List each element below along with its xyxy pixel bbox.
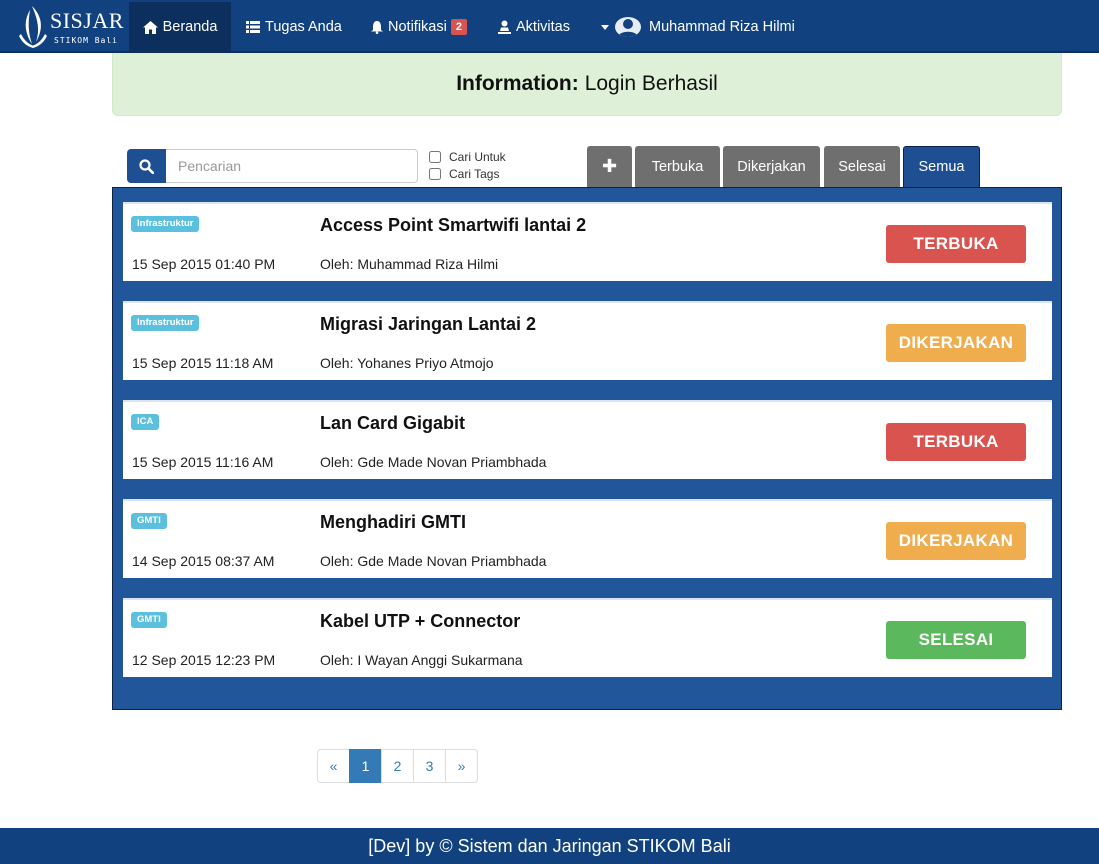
footer: [Dev] by © Sistem dan Jaringan STIKOM Ba…: [0, 828, 1099, 864]
tab-done[interactable]: Selesai: [824, 146, 900, 187]
brand-logo[interactable]: SISJAR STIKOM Bali: [18, 2, 126, 50]
task-status-button[interactable]: DIKERJAKAN: [886, 324, 1026, 362]
brand-name: SISJAR: [50, 8, 124, 33]
search-for-checkbox[interactable]: Cari Untuk: [429, 150, 506, 164]
avatar: [615, 17, 641, 37]
task-category-badge: ICA: [131, 414, 160, 430]
task-row[interactable]: GMTI Kabel UTP + Connector 12 Sep 2015 1…: [123, 598, 1052, 677]
search-input[interactable]: [166, 149, 418, 183]
task-author: Oleh: Yohanes Priyo Atmojo: [320, 355, 494, 371]
search-tags-checkbox-input[interactable]: [429, 168, 441, 180]
tab-done-label: Selesai: [838, 158, 886, 175]
tab-open[interactable]: Terbuka: [635, 146, 720, 187]
search-tags-checkbox[interactable]: Cari Tags: [429, 167, 499, 181]
tab-open-label: Terbuka: [651, 158, 704, 175]
top-navbar: SISJAR STIKOM Bali Beranda Tugas Anda No…: [0, 0, 1099, 53]
task-author: Oleh: Gde Made Novan Priambhada: [320, 454, 547, 470]
nav-activity[interactable]: Aktivitas: [498, 2, 570, 52]
nav-notifications-label: Notifikasi: [388, 19, 447, 35]
task-category-badge: Infrastruktur: [131, 216, 200, 232]
chevron-down-icon: [601, 24, 609, 30]
task-category-badge: GMTI: [131, 513, 167, 529]
tab-all-label: Semua: [918, 159, 965, 175]
task-row[interactable]: Infrastruktur Access Point Smartwifi lan…: [123, 202, 1052, 281]
task-status-button[interactable]: SELESAI: [886, 621, 1026, 659]
task-author: Oleh: I Wayan Anggi Sukarmana: [320, 652, 523, 668]
tab-in-progress-label: Dikerjakan: [737, 158, 806, 175]
pagination: « 1 2 3 »: [317, 749, 478, 783]
task-title[interactable]: Access Point Smartwifi lantai 2: [320, 215, 586, 236]
search-for-label: Cari Untuk: [449, 150, 506, 164]
tab-in-progress[interactable]: Dikerjakan: [723, 146, 820, 187]
task-list-panel: Infrastruktur Access Point Smartwifi lan…: [112, 187, 1062, 710]
list-icon: [246, 21, 260, 33]
task-title[interactable]: Lan Card Gigabit: [320, 413, 465, 434]
nav-tasks-label: Tugas Anda: [265, 19, 342, 35]
search-tags-label: Cari Tags: [449, 167, 500, 181]
task-date: 12 Sep 2015 12:23 PM: [132, 652, 276, 668]
nav-notifications[interactable]: Notifikasi 2: [371, 2, 467, 52]
task-row[interactable]: Infrastruktur Migrasi Jaringan Lantai 2 …: [123, 301, 1052, 380]
nav-home[interactable]: Beranda: [129, 2, 231, 52]
leaf-logo-icon: [19, 6, 47, 48]
task-date: 15 Sep 2015 11:18 AM: [132, 355, 274, 371]
task-row[interactable]: ICA Lan Card Gigabit 15 Sep 2015 11:16 A…: [123, 400, 1052, 479]
tab-all[interactable]: Semua: [903, 146, 980, 187]
brand-subtitle: STIKOM Bali: [54, 36, 118, 45]
user-menu-dropdown[interactable]: Muhammad Riza Hilmi: [601, 2, 795, 52]
task-status-button[interactable]: TERBUKA: [886, 423, 1026, 461]
task-status-button[interactable]: DIKERJAKAN: [886, 522, 1026, 560]
task-status-button[interactable]: TERBUKA: [886, 225, 1026, 263]
plus-icon: ✚: [601, 156, 618, 176]
footer-text: [Dev] by © Sistem dan Jaringan STIKOM Ba…: [368, 835, 731, 856]
task-row[interactable]: GMTI Menghadiri GMTI 14 Sep 2015 08:37 A…: [123, 499, 1052, 578]
task-date: 15 Sep 2015 01:40 PM: [132, 256, 276, 272]
task-title[interactable]: Kabel UTP + Connector: [320, 611, 520, 632]
pagination-page[interactable]: 2: [381, 749, 414, 783]
user-name: Muhammad Riza Hilmi: [649, 19, 795, 35]
task-author: Oleh: Gde Made Novan Priambhada: [320, 553, 547, 569]
user-activity-icon: [498, 20, 511, 34]
task-author: Oleh: Muhammad Riza Hilmi: [320, 256, 499, 272]
task-title[interactable]: Menghadiri GMTI: [320, 512, 466, 533]
task-date: 14 Sep 2015 08:37 AM: [132, 553, 275, 569]
search-icon: [139, 158, 154, 174]
add-task-button[interactable]: ✚: [587, 146, 632, 187]
nav-tasks[interactable]: Tugas Anda: [246, 2, 342, 52]
nav-activity-label: Aktivitas: [516, 19, 570, 35]
task-title[interactable]: Migrasi Jaringan Lantai 2: [320, 314, 536, 335]
login-success-alert: Information: Login Berhasil: [112, 53, 1062, 116]
alert-message: Login Berhasil: [584, 72, 718, 95]
pagination-next[interactable]: »: [445, 749, 478, 783]
task-category-badge: Infrastruktur: [131, 315, 200, 331]
home-icon: [142, 20, 158, 34]
task-date: 15 Sep 2015 11:16 AM: [132, 454, 274, 470]
notification-count-badge: 2: [450, 19, 467, 35]
search-button[interactable]: [127, 149, 166, 183]
nav-home-label: Beranda: [162, 19, 218, 35]
search-for-checkbox-input[interactable]: [429, 151, 441, 163]
task-category-badge: GMTI: [131, 612, 167, 628]
pagination-page[interactable]: 3: [413, 749, 446, 783]
alert-label: Information:: [456, 72, 579, 95]
bell-icon: [371, 20, 383, 34]
pagination-prev[interactable]: «: [317, 749, 350, 783]
pagination-page[interactable]: 1: [349, 749, 382, 783]
